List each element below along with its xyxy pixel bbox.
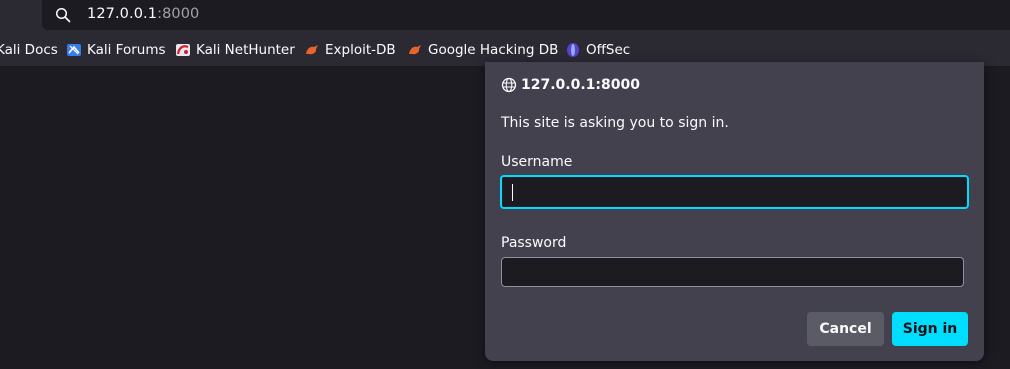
dialog-origin: 127.0.0.1:8000 (501, 77, 640, 93)
text-caret (512, 184, 513, 201)
username-label: Username (501, 154, 573, 170)
bookmark-kali-docs[interactable]: Kali Docs (0, 42, 58, 58)
bookmark-offsec[interactable]: OffSec (565, 42, 630, 58)
globe-icon (501, 77, 517, 93)
bookmark-kali-nethunter[interactable]: Kali NetHunter (175, 42, 295, 58)
bookmark-label: Kali NetHunter (196, 42, 295, 58)
url-bar[interactable]: 127.0.0.1:8000 (42, 0, 1010, 30)
bookmark-label: Kali Forums (87, 42, 166, 58)
bookmark-kali-forums[interactable]: Kali Forums (66, 42, 166, 58)
password-field[interactable] (501, 257, 964, 287)
url-port: :8000 (157, 6, 200, 22)
url-host: 127.0.0.1 (87, 6, 158, 22)
bookmark-label: Google Hacking DB (428, 42, 559, 58)
bookmark-exploit-db[interactable]: Exploit-DB (304, 42, 396, 58)
exploit-db-icon (409, 45, 421, 55)
exploit-db-icon (306, 45, 318, 55)
bookmark-label: OffSec (586, 42, 631, 58)
cancel-button[interactable]: Cancel (807, 312, 884, 346)
bookmark-google-hacking-db[interactable]: Google Hacking DB (407, 42, 558, 58)
bookmark-label: Kali Docs (0, 42, 58, 58)
bookmark-label: Exploit-DB (325, 42, 396, 58)
kali-forums-icon (67, 44, 81, 56)
url-text[interactable]: 127.0.0.1:8000 (87, 6, 199, 22)
dialog-message: This site is asking you to sign in. (501, 115, 729, 131)
kali-nethunter-icon (176, 44, 190, 56)
username-field[interactable] (500, 175, 969, 209)
browser-toolbar: 127.0.0.1:8000 (0, 0, 1010, 36)
password-label: Password (501, 235, 567, 251)
auth-dialog: 127.0.0.1:8000 This site is asking you t… (485, 62, 984, 361)
dialog-origin-text: 127.0.0.1:8000 (521, 77, 640, 93)
offsec-icon (567, 43, 579, 57)
sign-in-button[interactable]: Sign in (892, 312, 968, 346)
search-icon (55, 7, 71, 23)
